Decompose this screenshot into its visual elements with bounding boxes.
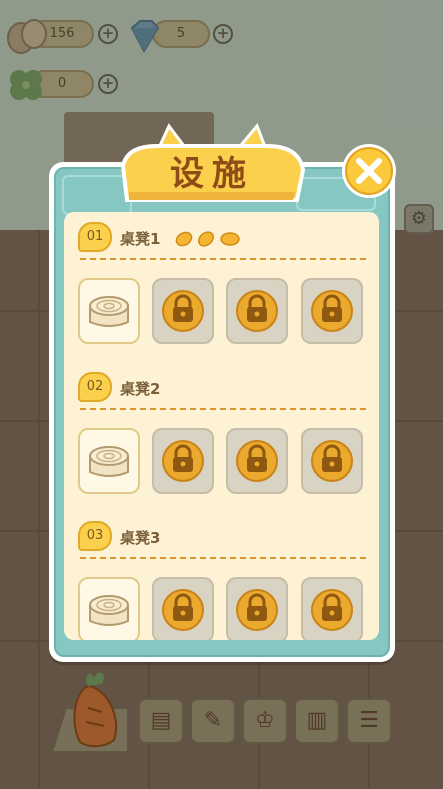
close-icon[interactable]	[340, 142, 398, 200]
stool-slot-locked[interactable]	[152, 577, 214, 640]
stool-slot-locked[interactable]	[152, 278, 214, 344]
stool-slot-locked[interactable]	[226, 278, 288, 344]
section-divider	[80, 557, 366, 559]
stool-slot-locked[interactable]	[301, 278, 363, 344]
tree-stump-icon	[89, 595, 129, 626]
stool-slot-locked[interactable]	[301, 428, 363, 494]
tree-stump-icon	[89, 296, 129, 327]
stool-slot-unlocked[interactable]	[78, 577, 140, 640]
tree-stump-icon	[89, 446, 129, 477]
dialog-title: 设施	[170, 154, 254, 194]
stool-slot-unlocked[interactable]	[78, 428, 140, 494]
lock-icon	[162, 290, 204, 332]
section-badge: 03	[78, 521, 112, 551]
lock-icon	[311, 290, 353, 332]
stool-slot-locked[interactable]	[226, 577, 288, 640]
stool-slot-locked[interactable]	[152, 428, 214, 494]
section-badge: 02	[78, 372, 112, 402]
seed-icon	[175, 231, 240, 247]
lock-icon	[236, 589, 278, 631]
lock-icon	[162, 440, 204, 482]
stool-slot-locked[interactable]	[301, 577, 363, 640]
lock-icon	[236, 290, 278, 332]
section-badge: 01	[78, 222, 112, 252]
section-title: 桌凳2	[120, 380, 161, 398]
section-divider	[80, 258, 366, 260]
section-title: 桌凳3	[120, 529, 161, 547]
section-divider	[80, 408, 366, 410]
facility-list: 01 桌凳1 02 桌凳2 03 桌凳3	[64, 212, 379, 640]
lock-icon	[236, 440, 278, 482]
lock-icon	[162, 589, 204, 631]
section-title: 桌凳1	[120, 230, 161, 248]
lock-icon	[311, 589, 353, 631]
lock-icon	[311, 440, 353, 482]
stool-slot-unlocked[interactable]	[78, 278, 140, 344]
stool-slot-locked[interactable]	[226, 428, 288, 494]
